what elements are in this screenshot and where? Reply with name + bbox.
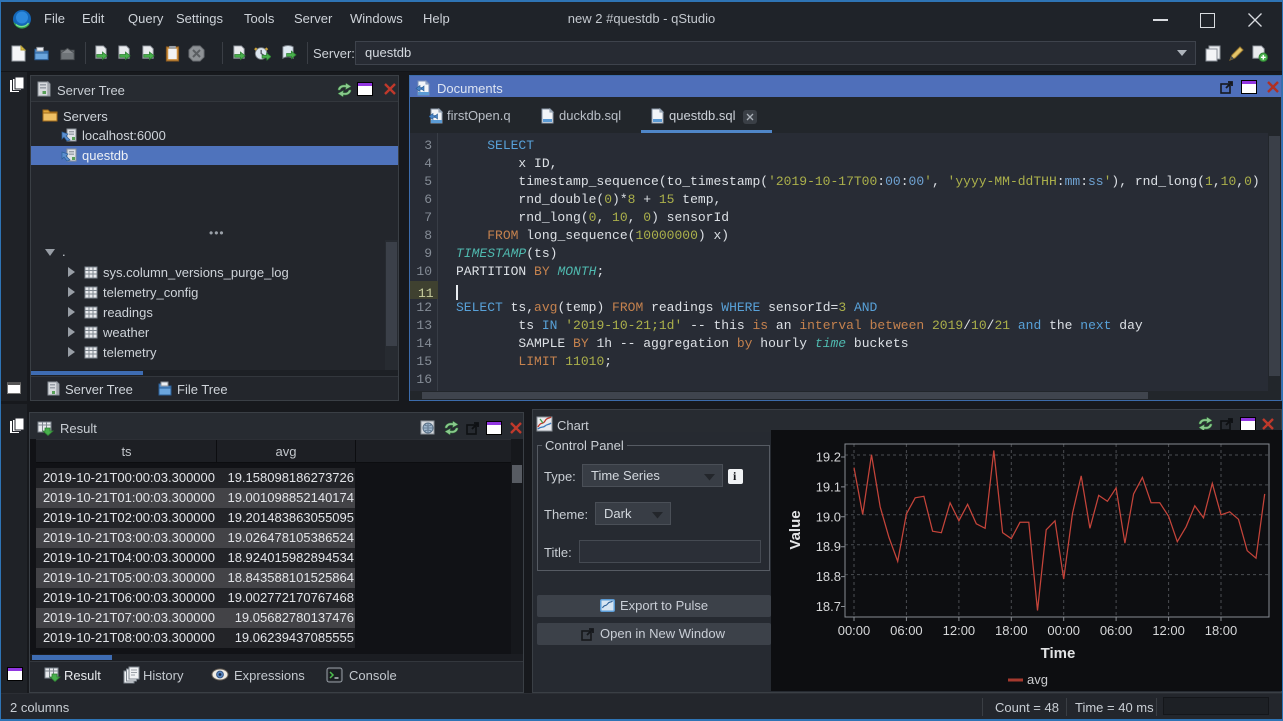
svg-text:Time: Time bbox=[1041, 645, 1076, 662]
svg-text:00:00: 00:00 bbox=[1047, 623, 1080, 638]
svg-text:18.7: 18.7 bbox=[816, 599, 841, 614]
svg-text:12:00: 12:00 bbox=[1152, 623, 1185, 638]
svg-text:18.8: 18.8 bbox=[816, 569, 841, 584]
svg-text:00:00: 00:00 bbox=[838, 623, 871, 638]
svg-text:06:00: 06:00 bbox=[1100, 623, 1133, 638]
svg-text:Value: Value bbox=[787, 510, 804, 549]
svg-text:19.0: 19.0 bbox=[816, 509, 841, 524]
svg-text:18.9: 18.9 bbox=[816, 539, 841, 554]
svg-text:18:00: 18:00 bbox=[1205, 623, 1238, 638]
svg-text:avg: avg bbox=[1027, 672, 1048, 687]
svg-text:19.2: 19.2 bbox=[816, 450, 841, 465]
svg-text:06:00: 06:00 bbox=[890, 623, 923, 638]
svg-text:12:00: 12:00 bbox=[943, 623, 976, 638]
svg-text:19.1: 19.1 bbox=[816, 479, 841, 494]
svg-text:18:00: 18:00 bbox=[995, 623, 1028, 638]
